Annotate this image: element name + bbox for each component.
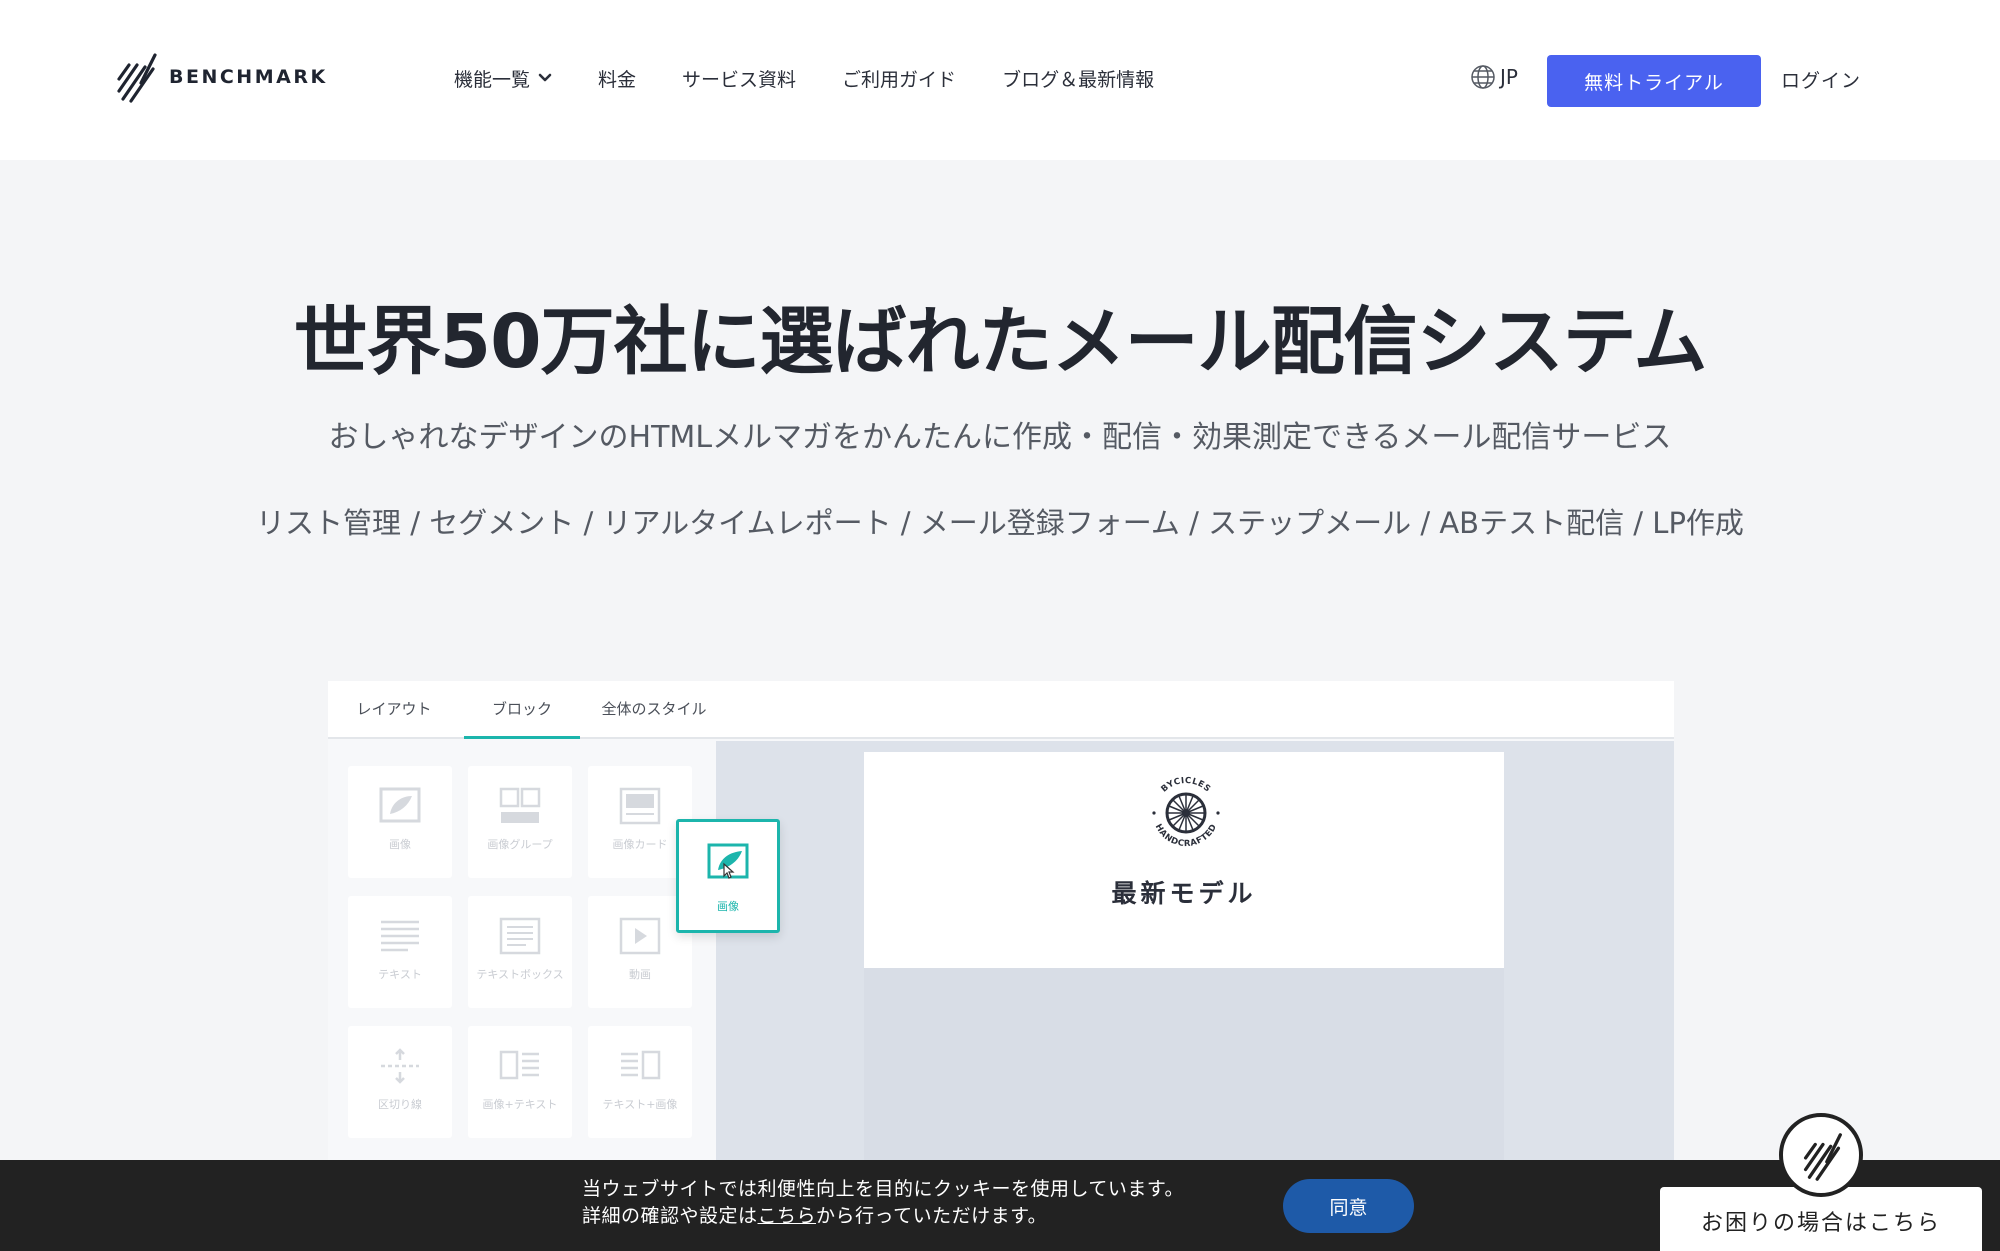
- hero-feature-list: リスト管理 / セグメント / リアルタイムレポート / メール登録フォーム /…: [256, 506, 1744, 540]
- login-link[interactable]: ログイン: [1781, 66, 1861, 93]
- cookie-line-2-pre: 詳細の確認や設定は: [582, 1205, 758, 1227]
- text-image-icon: [621, 1050, 661, 1080]
- cookie-line-2: 詳細の確認や設定はこちらから行っていただけます。: [582, 1203, 1184, 1230]
- language-label: JP: [1500, 65, 1518, 89]
- image-card-icon: [619, 787, 661, 825]
- text-box-icon: [499, 917, 541, 955]
- email-body-area: [864, 968, 1504, 1161]
- block-image-text[interactable]: 画像+テキスト: [468, 1026, 572, 1138]
- main-nav: 機能一覧 料金 サービス資料 ご利用ガイド ブログ＆最新情報: [454, 60, 1200, 96]
- image-text-icon: [499, 1050, 539, 1080]
- image-icon: [707, 843, 749, 879]
- block-image[interactable]: 画像: [348, 766, 452, 878]
- cookie-line-2-post: から行っていただけます。: [816, 1205, 1048, 1227]
- hero-subtitle: おしゃれなデザインのHTMLメルマガをかんたんに作成・配信・効果測定できるメール…: [328, 420, 1672, 455]
- block-label: 画像: [389, 838, 411, 851]
- block-label: 画像グループ: [487, 838, 553, 851]
- logo-wordmark: BENCHMARK: [169, 66, 328, 88]
- block-text-image[interactable]: テキスト+画像: [588, 1026, 692, 1138]
- block-divider[interactable]: 区切り線: [348, 1026, 452, 1138]
- cookie-line-1: 当ウェブサイトでは利便性向上を目的にクッキーを使用しています。: [582, 1178, 1185, 1200]
- divider-icon: [381, 1048, 419, 1084]
- nav-features[interactable]: 機能一覧: [454, 65, 552, 92]
- site-header: BENCHMARK 機能一覧 料金 サービス資料 ご利用ガイド ブログ＆最新情報…: [0, 0, 2000, 160]
- cookie-agree-button[interactable]: 同意: [1283, 1179, 1414, 1233]
- editor-tabbar: レイアウト ブロック 全体のスタイル: [328, 681, 1674, 739]
- chevron-down-icon: [538, 73, 552, 82]
- email-title: 最新モデル: [1111, 879, 1257, 908]
- language-selector[interactable]: JP: [1470, 64, 1518, 90]
- seal-top-text: BYCICLES: [1159, 776, 1212, 795]
- benchmark-logo-icon: [117, 53, 157, 103]
- cookie-settings-link[interactable]: こちら: [758, 1205, 817, 1227]
- cookie-message: 当ウェブサイトでは利便性向上を目的にクッキーを使用しています。 詳細の確認や設定…: [582, 1176, 1184, 1230]
- email-header-card[interactable]: BYCICLES HANDCRAFTED 最新モデル: [864, 752, 1504, 968]
- dragging-block-label: 画像: [717, 900, 739, 913]
- blocks-panel: 画像 画像グループ 画像カード テキスト テキストボックス 動画 区切り線 画像…: [328, 741, 716, 1161]
- tab-global-style[interactable]: 全体のスタイル: [598, 681, 710, 739]
- free-trial-button[interactable]: 無料トライアル: [1547, 55, 1761, 107]
- block-label: テキスト: [378, 968, 422, 981]
- help-label: お困りの場合はこちら: [1700, 1211, 1941, 1236]
- block-label: テキストボックス: [476, 968, 564, 981]
- editor-demo: レイアウト ブロック 全体のスタイル 画像 画像グループ 画像カード テキスト …: [328, 681, 1674, 1161]
- tab-layout[interactable]: レイアウト: [346, 681, 442, 739]
- block-text[interactable]: テキスト: [348, 896, 452, 1008]
- nav-user-guide[interactable]: ご利用ガイド: [842, 65, 956, 92]
- bicycle-seal-logo: BYCICLES HANDCRAFTED: [1152, 776, 1220, 849]
- image-icon: [379, 787, 421, 823]
- block-label: 画像+テキスト: [482, 1098, 558, 1111]
- tab-blocks[interactable]: ブロック: [464, 681, 580, 739]
- benchmark-logo[interactable]: BENCHMARK: [115, 48, 328, 106]
- nav-pricing[interactable]: 料金: [598, 65, 636, 92]
- video-icon: [619, 917, 661, 955]
- nav-features-label: 機能一覧: [454, 68, 531, 91]
- block-label: 動画: [629, 968, 651, 981]
- dragging-image-block[interactable]: 画像: [676, 819, 780, 933]
- block-image-group[interactable]: 画像グループ: [468, 766, 572, 878]
- block-label: テキスト+画像: [602, 1098, 678, 1111]
- help-badge[interactable]: [1779, 1113, 1863, 1197]
- globe-icon: [1471, 65, 1495, 89]
- svg-text:BYCICLES: BYCICLES: [1159, 776, 1212, 795]
- image-group-icon: [499, 787, 541, 823]
- block-text-box[interactable]: テキストボックス: [468, 896, 572, 1008]
- hero-title: 世界50万社に選ばれたメール配信システム: [293, 299, 1708, 385]
- nav-service-docs[interactable]: サービス資料: [682, 65, 796, 92]
- block-label: 区切り線: [378, 1098, 422, 1111]
- nav-blog[interactable]: ブログ＆最新情報: [1002, 65, 1154, 92]
- benchmark-logo-icon: [1803, 1133, 1842, 1181]
- text-icon: [381, 920, 419, 952]
